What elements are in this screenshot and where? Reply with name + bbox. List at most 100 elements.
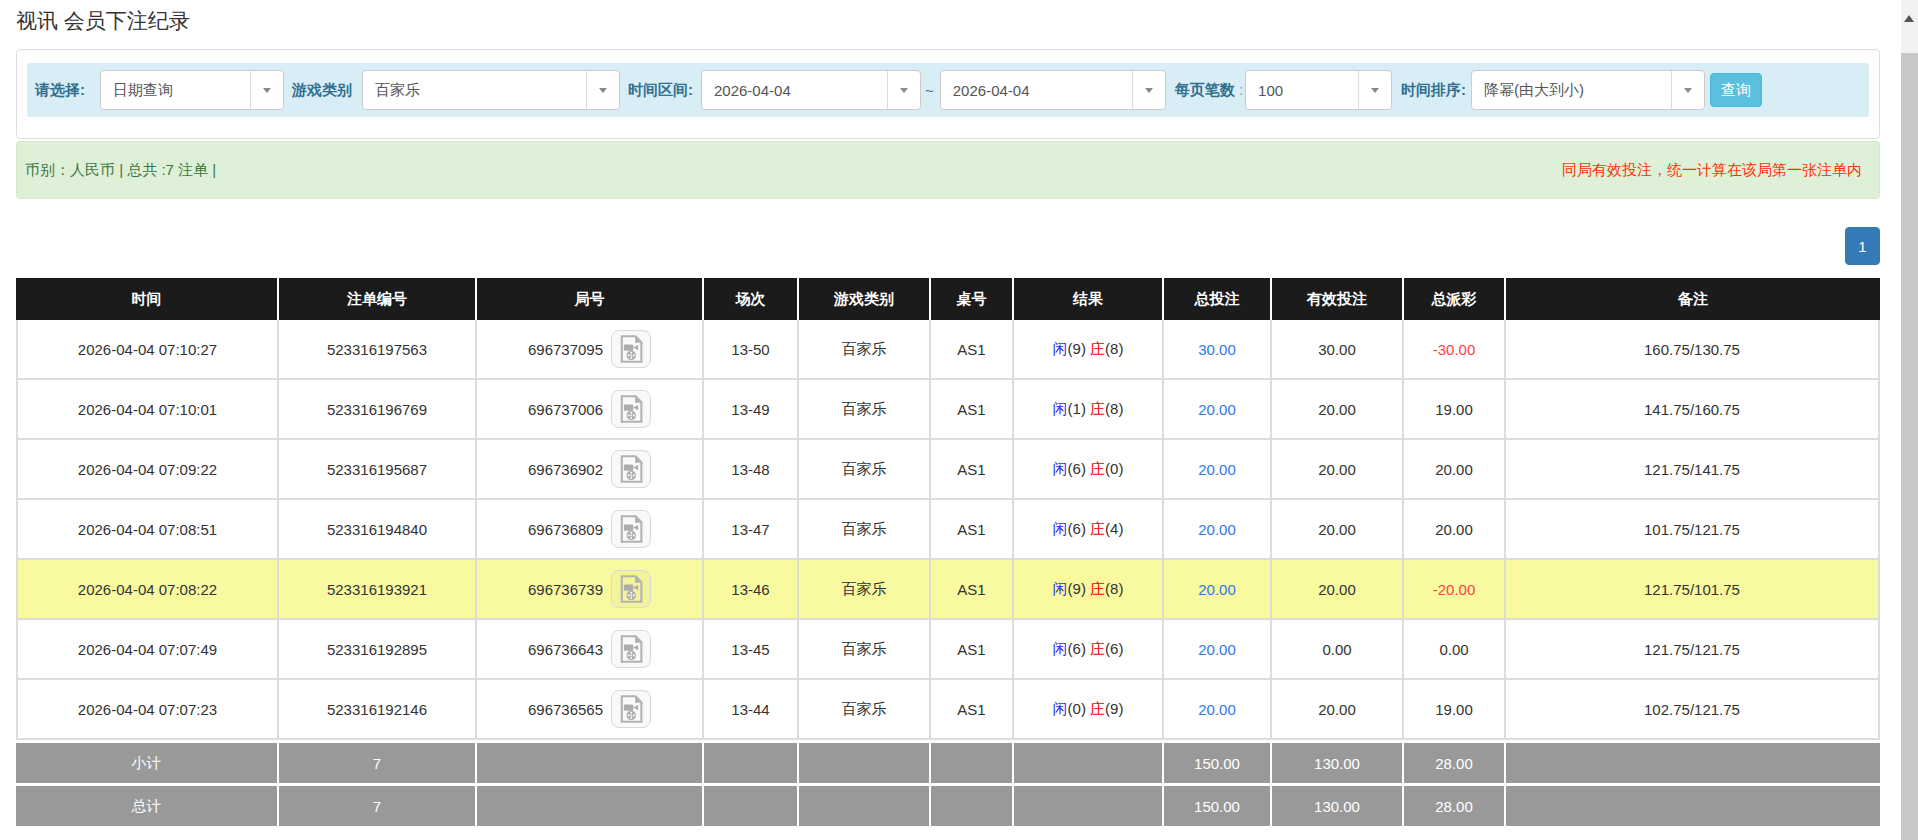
round-cell: 696736809: [477, 500, 704, 560]
date-to-select[interactable]: 2026-04-04: [940, 70, 1166, 110]
currency-summary: 币别：人民币 | 总共 :7 注单 |: [25, 161, 216, 180]
total-game-type-cell: [799, 783, 931, 826]
column-header-payout: 总派彩: [1404, 278, 1506, 320]
total-payout-cell: 28.00: [1404, 783, 1506, 826]
time-cell: 2026-04-04 07:07:23: [16, 680, 279, 740]
payout-cell: 20.00: [1404, 500, 1506, 560]
game-type-select[interactable]: 百家乐: [362, 70, 620, 110]
total-bet-cell[interactable]: 20.00: [1164, 560, 1272, 620]
page-number-button[interactable]: 1: [1845, 227, 1880, 265]
table-row: 2026-04-04 07:09:22523316195687696736902…: [16, 440, 1880, 500]
total-game-type-cell: [799, 740, 931, 783]
game-type-cell: 百家乐: [799, 440, 931, 500]
total-bet-cell[interactable]: 20.00: [1164, 500, 1272, 560]
video-file-icon: [616, 394, 646, 424]
column-header-valid-bet: 有效投注: [1272, 278, 1404, 320]
table-row: 2026-04-04 07:08:22523316193921696736739…: [16, 560, 1880, 620]
total-bet-cell[interactable]: 20.00: [1164, 620, 1272, 680]
round-cell: 696736902: [477, 440, 704, 500]
total-table-no-cell: [931, 783, 1014, 826]
total-valid-bet-cell: 130.00: [1272, 783, 1404, 826]
table-no-cell: AS1: [931, 380, 1014, 440]
total-bet-cell[interactable]: 20.00: [1164, 440, 1272, 500]
video-replay-button[interactable]: [611, 450, 651, 488]
round-cell: 696736739: [477, 560, 704, 620]
round-number: 696736739: [528, 581, 603, 598]
round-number: 696736643: [528, 641, 603, 658]
game-type-cell: 百家乐: [799, 560, 931, 620]
filter-bar: 请选择: 日期查询 游戏类别 百家乐 时间区间: 2026-04-04 ~ 20…: [27, 63, 1869, 117]
time-cell: 2026-04-04 07:10:27: [16, 320, 279, 380]
query-button[interactable]: 查询: [1710, 73, 1762, 107]
video-replay-button[interactable]: [611, 510, 651, 548]
tilde-separator: ~: [925, 82, 934, 99]
player-result: 闲: [1053, 400, 1068, 417]
valid-bet-cell: 20.00: [1272, 560, 1404, 620]
bet-id-cell: 523316197563: [279, 320, 477, 380]
table-row: 2026-04-04 07:07:49523316192895696736643…: [16, 620, 1880, 680]
total-bet-link[interactable]: 20.00: [1198, 461, 1236, 478]
table-no-cell: AS1: [931, 320, 1014, 380]
page-size-select[interactable]: 100: [1245, 70, 1392, 110]
round-cell: 696737095: [477, 320, 704, 380]
total-bet-id-cell: 7: [279, 740, 477, 783]
video-replay-button[interactable]: [611, 690, 651, 728]
total-bet-link[interactable]: 20.00: [1198, 521, 1236, 538]
total-bet-link[interactable]: 20.00: [1198, 401, 1236, 418]
banker-result: 庄: [1090, 460, 1105, 477]
column-header-bet-id: 注单编号: [279, 278, 477, 320]
bet-id-cell: 523316192146: [279, 680, 477, 740]
total-total-bet-cell: 150.00: [1164, 783, 1272, 826]
table-row: 2026-04-04 07:08:51523316194840 696736809…: [16, 500, 1880, 560]
session-cell: 13-45: [704, 620, 799, 680]
vertical-scrollbar[interactable]: [1901, 0, 1918, 840]
chevron-down-icon: [1371, 88, 1379, 93]
total-bet-link[interactable]: 30.00: [1198, 341, 1236, 358]
video-replay-button[interactable]: [611, 390, 651, 428]
total-bet-link[interactable]: 20.00: [1198, 581, 1236, 598]
video-file-icon: [616, 514, 646, 544]
scroll-up-icon[interactable]: [1904, 15, 1914, 22]
total-bet-link[interactable]: 20.00: [1198, 701, 1236, 718]
total-bet-cell[interactable]: 30.00: [1164, 320, 1272, 380]
table-row: 2026-04-04 07:10:27523316197563696737095…: [16, 320, 1880, 380]
banker-result: 庄: [1090, 340, 1105, 357]
game-type-label: 游戏类别: [292, 81, 352, 100]
column-header-table-no: 桌号: [931, 278, 1014, 320]
round-number: 696736809: [528, 521, 603, 538]
remark-cell: 102.75/121.75: [1506, 680, 1880, 740]
result-cell: 闲(6) 庄(6): [1014, 620, 1164, 680]
total-bet-cell[interactable]: 20.00: [1164, 380, 1272, 440]
total-bet-cell[interactable]: 20.00: [1164, 680, 1272, 740]
round-number: 696737006: [528, 401, 603, 418]
chevron-down-icon: [599, 88, 607, 93]
scrollbar-thumb[interactable]: [1901, 53, 1918, 840]
betting-records-page: 视讯 会员下注纪录 请选择: 日期查询 游戏类别 百家乐 时间区间: 2026-…: [0, 0, 1918, 840]
game-type-cell: 百家乐: [799, 620, 931, 680]
chevron-down-icon: [1145, 88, 1153, 93]
total-bet-link[interactable]: 20.00: [1198, 641, 1236, 658]
valid-bet-cell: 20.00: [1272, 440, 1404, 500]
column-header-result: 结果: [1014, 278, 1164, 320]
game-type-cell: 百家乐: [799, 500, 931, 560]
game-type-cell: 百家乐: [799, 380, 931, 440]
total-round-cell: [477, 783, 704, 826]
column-header-total-bet: 总投注: [1164, 278, 1272, 320]
remark-cell: 101.75/121.75: [1506, 500, 1880, 560]
banker-result: 庄: [1090, 700, 1105, 717]
table-header-row: 时间注单编号局号场次游戏类别桌号结果总投注有效投注总派彩备注: [16, 278, 1880, 320]
video-replay-button[interactable]: [611, 570, 651, 608]
total-total-bet-cell: 150.00: [1164, 740, 1272, 783]
date-from-select[interactable]: 2026-04-04: [701, 70, 921, 110]
remark-cell: 121.75/121.75: [1506, 620, 1880, 680]
game-type-cell: 百家乐: [799, 680, 931, 740]
time-cell: 2026-04-04 07:08:51: [16, 500, 279, 560]
valid-bet-cell: 30.00: [1272, 320, 1404, 380]
session-cell: 13-44: [704, 680, 799, 740]
query-type-select[interactable]: 日期查询: [100, 70, 284, 110]
round-cell: 696736643: [477, 620, 704, 680]
video-replay-button[interactable]: [611, 630, 651, 668]
bet-id-cell: 523316194840: [279, 500, 477, 560]
video-replay-button[interactable]: [611, 330, 651, 368]
sort-order-select[interactable]: 降幂(由大到小): [1471, 70, 1705, 110]
